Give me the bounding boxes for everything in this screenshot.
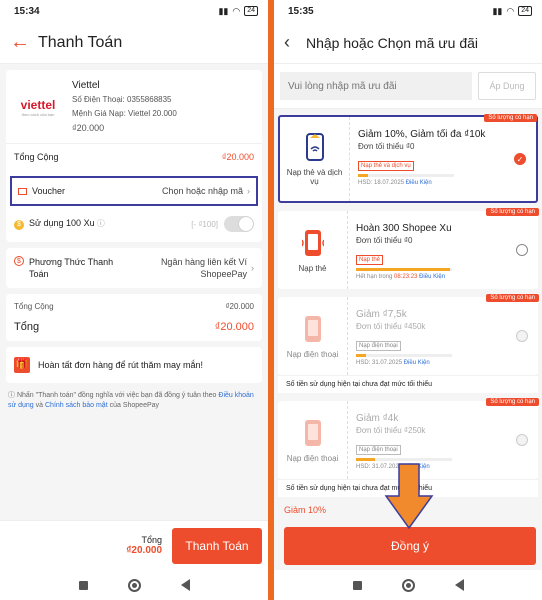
phone-icon (304, 315, 321, 342)
denomination: Mệnh Giá Nạp: Viettel 20.000 (72, 109, 177, 118)
back-chevron-icon[interactable]: ‹ (284, 32, 306, 53)
pay-button[interactable]: Thanh Toán (172, 527, 262, 564)
order-summary: Tổng Cộng ₫20.000 Tổng ₫20.000 (6, 294, 262, 341)
signal-icon: ▮▮ (492, 5, 503, 16)
confirm-button[interactable]: Đồng ý (284, 527, 536, 565)
code-entry: Áp Dụng (274, 64, 542, 109)
conditions-link[interactable]: Điều Kiện (404, 360, 430, 366)
battery-icon: 24 (244, 6, 258, 16)
back-button[interactable] (180, 579, 190, 591)
voucher-card[interactable]: Số lượng có hạn Nạp thẻ và dịch vụ Giảm … (278, 114, 538, 203)
min-spend-warning: Số tiền sử dụng hiện tại chưa đạt mức tố… (278, 375, 538, 393)
product-price: ₫20.000 (72, 123, 105, 133)
wifi-icon: ◠ (506, 5, 515, 16)
privacy-link[interactable]: Chính sách bảo mật (45, 402, 108, 409)
phone-card-icon (301, 229, 324, 256)
apply-button[interactable]: Áp Dụng (478, 72, 536, 100)
battery-icon: 24 (518, 6, 532, 16)
usage-progress (358, 174, 454, 177)
status-icons: ▮▮ ◠ 24 (492, 6, 532, 17)
phone-number: Số Điện Thoại: 0355868835 (72, 95, 172, 104)
system-nav-bar (0, 570, 268, 600)
status-time: 15:34 (14, 5, 40, 17)
coins-toggle[interactable] (224, 216, 254, 232)
lucky-draw-banner[interactable]: 🎁 Hoàn tất đơn hàng để rút thăm may mắn! (6, 347, 262, 383)
voucher-code-input[interactable] (280, 72, 472, 100)
limited-tag: Số lượng có hạn (486, 294, 539, 302)
voucher-select-screen: 15:35 ▮▮◠24 ‹ Nhập hoặc Chọn mã ưu đãi Á… (274, 0, 542, 600)
checkout-footer: Tổng ₫20.000 Thanh Toán (0, 520, 268, 570)
total-row: Tổng Cộng ₫20.000 (6, 143, 262, 170)
category-chip: Nạp điện thoại (356, 445, 401, 455)
home-button[interactable] (127, 578, 141, 592)
chevron-right-icon: › (251, 263, 254, 273)
page-title: Thanh Toán (38, 33, 123, 51)
phone-icon (304, 419, 321, 446)
voucher-radio-disabled (516, 330, 528, 342)
category-chip: Nạp điện thoại (356, 341, 401, 351)
voucher-icon (18, 188, 27, 196)
recents-button[interactable] (352, 580, 362, 590)
info-icon: ⓘ (8, 392, 17, 399)
limited-tag: Số lượng có hạn (486, 398, 539, 406)
voucher-row[interactable]: Voucher Chọn hoặc nhập mã › (10, 176, 258, 206)
status-bar: 15:34 ▮▮ ◠ 24 (0, 0, 268, 22)
voucher-radio-selected[interactable]: ✓ (514, 153, 526, 165)
usage-progress (356, 268, 452, 271)
status-bar: 15:35 ▮▮ ◠ 24 (274, 0, 542, 22)
status-time: 15:35 (288, 5, 314, 17)
voucher-radio-disabled (516, 434, 528, 446)
payment-method-row[interactable]: $ Phương Thức Thanh Toán Ngân hàng liên k… (6, 248, 262, 288)
back-button[interactable] (454, 579, 464, 591)
topup-service-icon (305, 133, 324, 161)
coin-icon: $ (14, 220, 24, 230)
back-arrow-icon[interactable]: ← (10, 31, 38, 54)
chevron-right-icon: › (247, 186, 250, 196)
limited-tag: Số lượng có hạn (486, 208, 539, 216)
conditions-link[interactable]: Điều Kiện (406, 180, 432, 186)
product-card: viettel theo cách của bạn Viettel Số Điện… (6, 70, 262, 242)
limited-tag: Số lượng có hạn (484, 114, 537, 122)
voucher-card-disabled: Số lượng có hạn Nạp điện thoại Giảm ₫7,5… (278, 294, 539, 375)
footer-total: ₫20.000 (126, 545, 162, 556)
system-nav-bar (274, 570, 542, 600)
voucher-title: Hoàn 300 Shopee Xu (356, 223, 452, 234)
gift-icon: 🎁 (14, 357, 30, 373)
signal-icon: ▮▮ (218, 5, 229, 16)
usage-progress (356, 354, 452, 357)
coins-row: $ Sử dụng 100 Xu ⓘ [- ₫100] (6, 212, 262, 242)
status-icons: ▮▮ ◠ 24 (218, 6, 258, 17)
wifi-icon: ◠ (232, 5, 241, 16)
viettel-logo: viettel theo cách của bạn (20, 98, 56, 117)
conditions-link[interactable]: Điều Kiện (419, 274, 445, 280)
usage-progress (356, 458, 452, 461)
voucher-title: Giảm 10%, Giảm tối đa ₫10k (358, 129, 486, 140)
voucher-title: Giảm ₫4k (356, 413, 399, 424)
voucher-card[interactable]: Số lượng có hạn Nạp thẻ Hoàn 300 Shopee … (278, 208, 539, 289)
category-chip: Nạp thẻ và dịch vụ (358, 161, 414, 171)
annotation-arrow-icon (384, 463, 434, 530)
voucher-radio[interactable] (516, 244, 528, 256)
app-header: ‹ Nhập hoặc Chọn mã ưu đãi (274, 22, 542, 64)
checkout-screen: 15:34 ▮▮ ◠ 24 ← Thanh Toán viettel theo các… (0, 0, 268, 600)
recents-button[interactable] (78, 580, 88, 590)
app-header: ← Thanh Toán (0, 22, 268, 64)
voucher-title: Giảm ₫7,5k (356, 309, 407, 320)
product-name: Viettel (72, 80, 100, 91)
category-chip: Nạp thẻ (356, 255, 384, 265)
page-title: Nhập hoặc Chọn mã ưu đãi (306, 34, 479, 51)
payment-icon: $ (14, 256, 24, 266)
info-icon[interactable]: ⓘ (95, 219, 105, 228)
home-button[interactable] (401, 578, 415, 592)
terms-text: ⓘ Nhấn "Thanh toán" đồng nghĩa với việc … (8, 392, 254, 409)
